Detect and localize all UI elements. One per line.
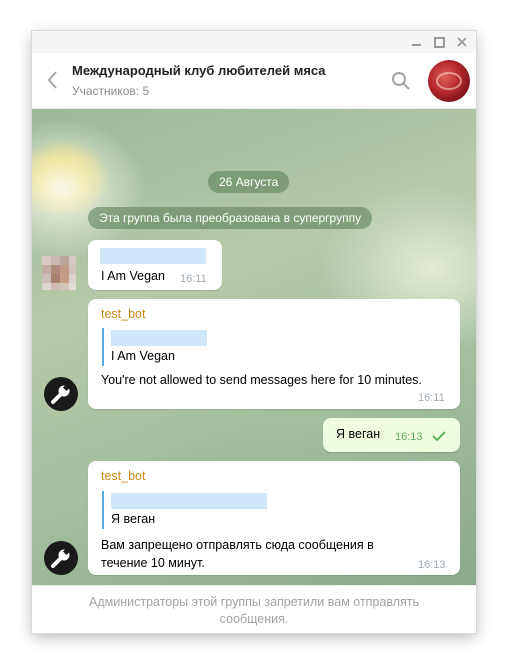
wrench-icon: [51, 383, 71, 404]
minimize-icon: [412, 44, 421, 46]
redacted-reply-sender: [111, 493, 267, 509]
message-history[interactable]: 26 Августа Эта группа была преобразована…: [32, 109, 476, 585]
date-separator: 26 Августа: [208, 171, 290, 193]
sender-name[interactable]: test_bot: [101, 469, 145, 483]
close-button[interactable]: [453, 33, 471, 51]
maximize-icon: [434, 37, 445, 48]
message-text: I Am Vegan: [101, 269, 165, 283]
message-time: 16:13: [418, 559, 446, 571]
back-button[interactable]: [42, 67, 64, 93]
user-avatar[interactable]: [42, 256, 76, 290]
chat-header: Международный клуб любителей мяса Участн…: [32, 53, 476, 109]
minimize-button[interactable]: [408, 33, 426, 51]
message-text: Вам запрещено отправлять сюда сообщения …: [101, 538, 374, 570]
meat-image: [436, 72, 462, 90]
outgoing-message-bubble[interactable]: Я веган 16:13: [323, 418, 460, 452]
chat-title[interactable]: Международный клуб любителей мяса: [72, 63, 326, 78]
close-icon: [457, 37, 467, 47]
service-message: Эта группа была преобразована в супергру…: [88, 207, 373, 229]
redacted-sender-name: [100, 248, 206, 264]
search-icon: [392, 72, 410, 90]
message-bubble[interactable]: I Am Vegan 16:11: [88, 240, 222, 290]
message-bubble[interactable]: test_bot I Am Vegan You're not allowed t…: [88, 299, 460, 409]
group-avatar[interactable]: [428, 60, 470, 102]
reply-bar: [102, 328, 104, 366]
restricted-input-area: Администраторы этой группы запретили вам…: [32, 585, 476, 633]
bot-avatar[interactable]: [44, 541, 78, 575]
message-time: 16:11: [418, 392, 445, 404]
sender-name[interactable]: test_bot: [101, 307, 145, 321]
search-button[interactable]: [390, 70, 412, 92]
reply-text: I Am Vegan: [111, 349, 175, 363]
message-text: You're not allowed to send messages here…: [101, 373, 422, 387]
reply-text: Я веган: [111, 512, 156, 526]
message-text: Я веган: [336, 427, 381, 441]
maximize-button[interactable]: [430, 33, 448, 51]
double-check-icon: [432, 431, 446, 442]
wrench-icon: [51, 547, 71, 568]
restriction-notice: Администраторы этой группы запретили вам…: [89, 595, 419, 626]
bot-avatar[interactable]: [44, 377, 78, 411]
title-bar: [32, 31, 476, 53]
message-bubble[interactable]: test_bot Я веган Вам запрещено отправлят…: [88, 461, 460, 575]
message-time: 16:13: [395, 431, 423, 443]
member-count[interactable]: Участников: 5: [72, 84, 149, 98]
telegram-window: Международный клуб любителей мяса Участн…: [32, 31, 476, 633]
message-time: 16:11: [180, 273, 207, 285]
redacted-reply-sender: [111, 330, 207, 346]
back-arrow-icon: [47, 71, 57, 89]
reply-bar: [102, 491, 104, 529]
